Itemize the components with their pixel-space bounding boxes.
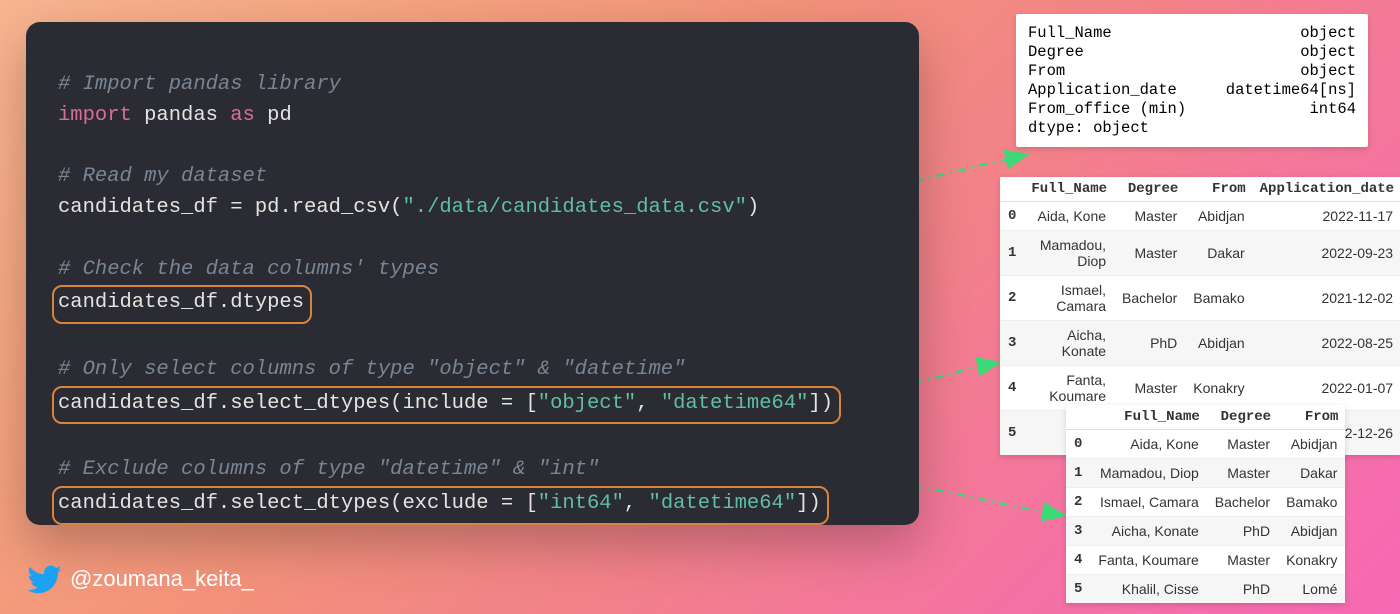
table-row: 3Aicha, KonatePhDAbidjan (1066, 517, 1345, 546)
code-comment: # Read my dataset (58, 165, 267, 188)
highlight-select-exclude: candidates_df.select_dtypes(exclude = ["… (52, 486, 829, 525)
table-header-row: Full_Name Degree From (1066, 405, 1345, 430)
table-row: 4Fanta, KoumareMasterKonakry (1066, 546, 1345, 575)
highlight-dtypes: candidates_df.dtypes (52, 285, 312, 324)
dtypes-row: Fromobject (1028, 62, 1356, 81)
table-row: 2Ismael, CamaraBachelorBamako (1066, 488, 1345, 517)
code-line-read-csv: candidates_df = pd.read_csv("./data/cand… (58, 193, 887, 224)
table-row: 2Ismael, CamaraBachelorBamako2021-12-02 (1000, 276, 1400, 321)
code-panel: # Import pandas library import pandas as… (26, 22, 919, 525)
code-comment: # Import pandas library (58, 73, 341, 96)
dtypes-row: From_office (min)int64 (1028, 100, 1356, 119)
code-comment: # Only select columns of type "object" &… (58, 358, 685, 381)
table-row: 4Fanta, KoumareMasterKonakry2022-01-07 (1000, 366, 1400, 411)
code-comment: # Exclude columns of type "datetime" & "… (58, 458, 599, 481)
table-header-row: Full_Name Degree From Application_date (1000, 177, 1400, 202)
dtypes-row: Degreeobject (1028, 43, 1356, 62)
table-row: 0Aida, KoneMasterAbidjan (1066, 430, 1345, 459)
twitter-handle[interactable]: @zoumana_keita_ (28, 562, 254, 596)
highlight-select-include: candidates_df.select_dtypes(include = ["… (52, 386, 841, 425)
handle-text: @zoumana_keita_ (70, 566, 254, 592)
twitter-icon (28, 562, 62, 596)
dtypes-footer: dtype: object (1028, 119, 1356, 138)
dataframe-exclude-output: Full_Name Degree From 0Aida, KoneMasterA… (1066, 405, 1345, 603)
dtypes-output: Full_Nameobject Degreeobject Fromobject … (1016, 14, 1368, 147)
dtypes-row: Application_datedatetime64[ns] (1028, 81, 1356, 100)
table-row: 1Mamadou, DiopMasterDakar2022-09-23 (1000, 231, 1400, 276)
code-comment: # Check the data columns' types (58, 258, 439, 281)
dtypes-row: Full_Nameobject (1028, 24, 1356, 43)
table-row: 3Aicha, KonatePhDAbidjan2022-08-25 (1000, 321, 1400, 366)
table-row: 0Aida, KoneMasterAbidjan2022-11-17 (1000, 202, 1400, 231)
table-row: 5Khalil, CissePhDLomé (1066, 575, 1345, 604)
code-line-import: import pandas as pd (58, 101, 887, 132)
table-row: 1Mamadou, DiopMasterDakar (1066, 459, 1345, 488)
